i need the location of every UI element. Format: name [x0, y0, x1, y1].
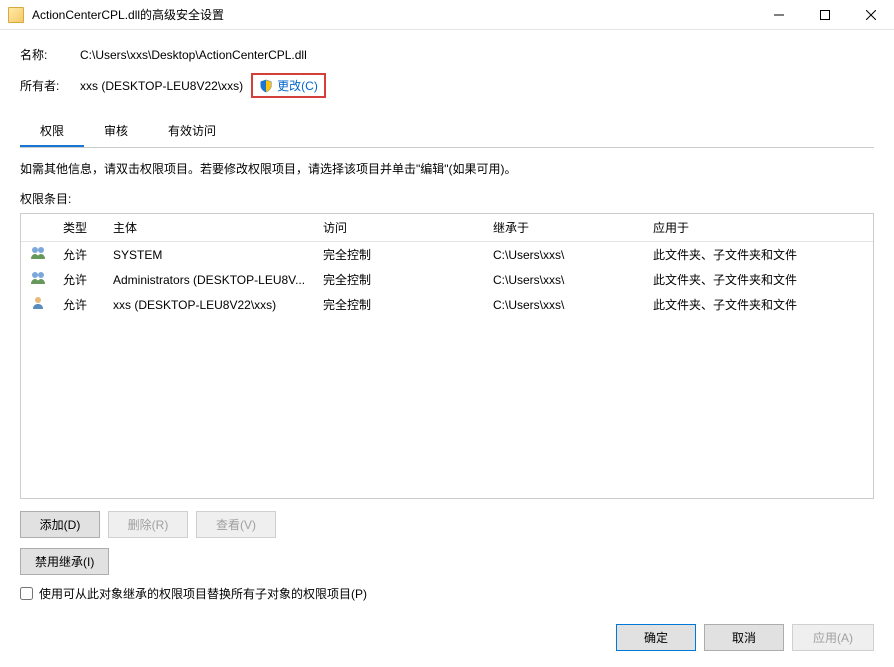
add-button[interactable]: 添加(D)	[20, 511, 100, 538]
tabs-container: 权限 审核 有效访问	[20, 116, 874, 148]
content-area: 名称: C:\Users\xxs\Desktop\ActionCenterCPL…	[0, 30, 894, 667]
cancel-button[interactable]: 取消	[704, 624, 784, 651]
cell-applies: 此文件夹、子文件夹和文件	[645, 242, 873, 268]
replace-permissions-checkbox[interactable]	[20, 587, 33, 600]
footer-buttons: 确定 取消 应用(A)	[20, 616, 874, 651]
view-button[interactable]: 查看(V)	[196, 511, 276, 538]
name-label: 名称:	[20, 46, 80, 63]
col-inherited-header[interactable]: 继承于	[485, 214, 645, 242]
permissions-table: 类型 主体 访问 继承于 应用于 允许 SYSTEM 完全控制 C:\Users…	[21, 214, 873, 317]
titlebar: ActionCenterCPL.dll的高级安全设置	[0, 0, 894, 30]
table-row[interactable]: 允许 Administrators (DESKTOP-LEU8V... 完全控制…	[21, 267, 873, 292]
close-button[interactable]	[848, 0, 894, 30]
cell-applies: 此文件夹、子文件夹和文件	[645, 267, 873, 292]
window-title: ActionCenterCPL.dll的高级安全设置	[32, 6, 756, 23]
shield-icon	[259, 79, 273, 93]
folder-icon	[8, 7, 24, 23]
tab-effective-access[interactable]: 有效访问	[148, 116, 236, 147]
disable-inheritance-button[interactable]: 禁用继承(I)	[20, 548, 109, 575]
action-buttons-row: 添加(D) 删除(R) 查看(V)	[20, 511, 874, 538]
cell-type: 允许	[55, 267, 105, 292]
cell-applies: 此文件夹、子文件夹和文件	[645, 292, 873, 317]
col-principal-header[interactable]: 主体	[105, 214, 315, 242]
cell-principal: SYSTEM	[105, 242, 315, 268]
minimize-button[interactable]	[756, 0, 802, 30]
replace-checkbox-row: 使用可从此对象继承的权限项目替换所有子对象的权限项目(P)	[20, 585, 874, 602]
cell-principal: xxs (DESKTOP-LEU8V22\xxs)	[105, 292, 315, 317]
owner-row: 所有者: xxs (DESKTOP-LEU8V22\xxs) 更改(C)	[20, 73, 874, 98]
apply-button[interactable]: 应用(A)	[792, 624, 874, 651]
remove-button[interactable]: 删除(R)	[108, 511, 188, 538]
cell-inherited: C:\Users\xxs\	[485, 267, 645, 292]
tab-auditing[interactable]: 审核	[84, 116, 148, 147]
cell-type: 允许	[55, 292, 105, 317]
replace-permissions-label: 使用可从此对象继承的权限项目替换所有子对象的权限项目(P)	[39, 585, 367, 602]
help-text: 如需其他信息，请双击权限项目。若要修改权限项目，请选择该项目并单击"编辑"(如果…	[20, 160, 874, 178]
col-type-header[interactable]: 类型	[55, 214, 105, 242]
permissions-table-container: 类型 主体 访问 继承于 应用于 允许 SYSTEM 完全控制 C:\Users…	[20, 213, 874, 499]
owner-value: xxs (DESKTOP-LEU8V22\xxs)	[80, 79, 243, 93]
table-row[interactable]: 允许 SYSTEM 完全控制 C:\Users\xxs\ 此文件夹、子文件夹和文…	[21, 242, 873, 268]
col-icon-header[interactable]	[21, 214, 55, 242]
table-row[interactable]: 允许 xxs (DESKTOP-LEU8V22\xxs) 完全控制 C:\Use…	[21, 292, 873, 317]
group-icon	[29, 271, 47, 285]
cell-inherited: C:\Users\xxs\	[485, 292, 645, 317]
cell-access: 完全控制	[315, 267, 485, 292]
cell-access: 完全控制	[315, 292, 485, 317]
window-controls	[756, 0, 894, 30]
name-value: C:\Users\xxs\Desktop\ActionCenterCPL.dll	[80, 48, 307, 62]
cell-inherited: C:\Users\xxs\	[485, 242, 645, 268]
entries-label: 权限条目:	[20, 190, 874, 207]
user-icon	[29, 296, 47, 310]
cell-type: 允许	[55, 242, 105, 268]
owner-label: 所有者:	[20, 77, 80, 94]
tab-permissions[interactable]: 权限	[20, 116, 84, 147]
change-link-text: 更改(C)	[277, 77, 318, 94]
maximize-button[interactable]	[802, 0, 848, 30]
name-row: 名称: C:\Users\xxs\Desktop\ActionCenterCPL…	[20, 46, 874, 63]
inherit-button-row: 禁用继承(I)	[20, 548, 874, 575]
group-icon	[29, 246, 47, 260]
change-owner-link[interactable]: 更改(C)	[251, 73, 326, 98]
ok-button[interactable]: 确定	[616, 624, 696, 651]
col-applies-header[interactable]: 应用于	[645, 214, 873, 242]
col-access-header[interactable]: 访问	[315, 214, 485, 242]
cell-access: 完全控制	[315, 242, 485, 268]
cell-principal: Administrators (DESKTOP-LEU8V...	[105, 267, 315, 292]
